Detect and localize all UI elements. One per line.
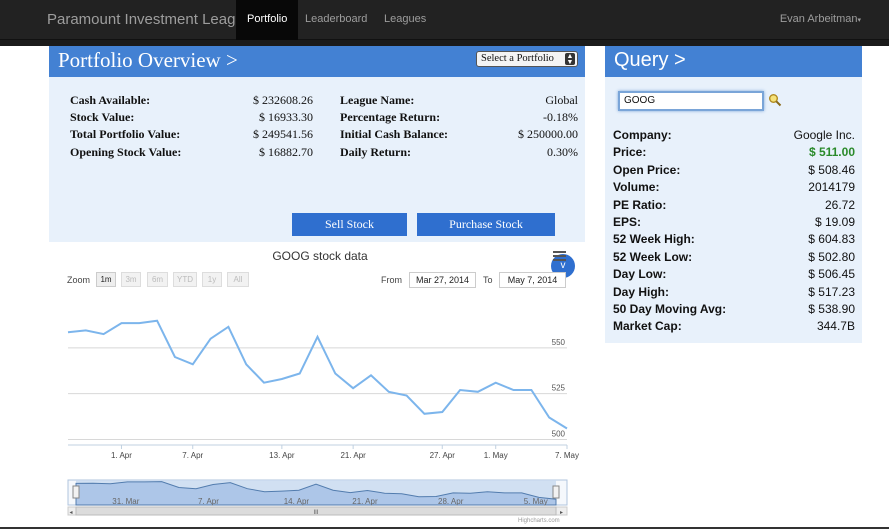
ticker-search-input[interactable]: GOOG — [618, 91, 764, 111]
quote-row: Open Price: $ 508.46 — [613, 163, 855, 180]
quote-label: PE Ratio: — [613, 197, 667, 212]
quote-value: $ 502.80 — [808, 249, 855, 264]
quote-row: Company: Google Inc. — [613, 128, 855, 145]
quote-value: $ 508.46 — [808, 162, 855, 177]
quote-row: 52 Week High: $ 604.83 — [613, 232, 855, 249]
quote-row: Day High: $ 517.23 — [613, 285, 855, 302]
brand-link[interactable]: Paramount Investment League — [47, 11, 252, 28]
navigator-label: 31. Mar — [112, 497, 139, 506]
quote-label: Day High: — [613, 284, 670, 299]
stat-label: Total Portfolio Value: — [70, 127, 181, 141]
user-menu[interactable]: Evan Arbeitman▾ — [780, 0, 861, 40]
stat-label: Daily Return: — [340, 145, 411, 159]
navigator-label: 5. May — [524, 497, 548, 506]
portfolio-select-label: Select a Portfolio — [481, 53, 554, 64]
x-tick-label: 1. May — [484, 451, 508, 460]
y-tick-label: 525 — [552, 384, 566, 393]
stat-value: -0.18% — [543, 110, 578, 124]
price-chart-svg[interactable]: 500 525 550 1. Apr 7. Apr 13. Apr 21. Apr 27. A… — [60, 242, 580, 527]
portfolio-header: Portfolio Overview > Select a Portfolio … — [49, 46, 585, 77]
x-tick-label: 7. May — [555, 451, 579, 460]
stat-value: $ 16882.70 — [259, 145, 313, 159]
navigator-label: 7. Apr — [198, 497, 219, 506]
quote-label: Market Cap: — [613, 319, 682, 334]
quote-value: $ 517.23 — [808, 284, 855, 299]
nav-portfolio[interactable]: Portfolio — [236, 0, 299, 40]
caret-down-icon: ▾ — [857, 17, 861, 24]
quote-row: 50 Day Moving Avg: $ 538.90 — [613, 302, 855, 319]
stat-value: $ 249541.56 — [253, 127, 313, 141]
stat-label: League Name: — [340, 93, 415, 107]
stat-label: Cash Available: — [70, 93, 151, 107]
query-panel: Query > GOOG Company: Google Inc. Price: $ … — [605, 46, 862, 343]
quote-row: Market Cap: 344.7B — [613, 319, 855, 336]
navigator-left-handle — [72, 485, 80, 499]
quote-value: $ 604.83 — [808, 232, 855, 247]
select-arrows-icon: ▲ ▼ — [565, 52, 575, 66]
quote-row: Day Low: $ 506.45 — [613, 267, 855, 284]
quote-label: 52 Week Low: — [613, 249, 693, 264]
query-header: Query > — [605, 46, 862, 77]
quote-row: PE Ratio: 26.72 — [613, 198, 855, 215]
stock-chart: GOOG stock data Zoom 1m 3m 6m YTD 1y All… — [60, 242, 580, 527]
stat-label: Initial Cash Balance: — [340, 127, 449, 141]
quote-value: 26.72 — [824, 197, 855, 212]
nav-leaderboard[interactable]: Leaderboard — [294, 0, 378, 40]
stat-value: Global — [545, 93, 578, 107]
quote-label: Price: — [613, 145, 647, 160]
portfolio-title[interactable]: Portfolio Overview > — [58, 48, 238, 73]
top-navbar: Paramount Investment League Portfolio Le… — [0, 0, 889, 40]
x-tick-label: 21. Apr — [340, 451, 366, 460]
x-tick-label: 1. Apr — [111, 451, 132, 460]
quote-label: Company: — [613, 128, 672, 142]
navigator-label: 14. Apr — [284, 497, 310, 506]
y-tick-label: 500 — [552, 430, 566, 439]
navigator-label: 21. Apr — [352, 497, 378, 506]
quote-label: EPS: — [613, 215, 642, 229]
quote-label: Open Price: — [613, 162, 681, 177]
navigator-label: 28. Apr — [438, 497, 464, 506]
portfolio-panel: Portfolio Overview > Select a Portfolio … — [49, 46, 585, 278]
user-name: Evan Arbeitman — [779, 13, 858, 25]
scroll-right-arrow-icon: ▸ — [560, 510, 563, 516]
stat-label: Opening Stock Value: — [70, 145, 182, 159]
stat-label: Percentage Return: — [340, 110, 441, 124]
quote-row: EPS: $ 19.09 — [613, 215, 855, 232]
quote-value: Google Inc. — [793, 128, 855, 142]
stat-label: Stock Value: — [70, 110, 135, 124]
search-icon[interactable] — [768, 93, 782, 107]
scroll-left-arrow-icon: ◂ — [70, 510, 73, 516]
purchase-stock-button[interactable]: Purchase Stock — [417, 213, 555, 236]
quote-label: Volume: — [613, 180, 660, 195]
navigator-right-handle — [552, 485, 560, 499]
quote-row: Price: $ 511.00 — [613, 145, 855, 162]
x-tick-label: 13. Apr — [269, 451, 295, 460]
quote-label: 50 Day Moving Avg: — [613, 302, 727, 316]
stat-value: 0.30% — [547, 145, 578, 159]
portfolio-select[interactable]: Select a Portfolio ▲ ▼ — [476, 51, 578, 67]
nav-leagues[interactable]: Leagues — [373, 0, 437, 40]
quote-value: $ 19.09 — [814, 215, 855, 229]
quote-label: 52 Week High: — [613, 232, 695, 247]
quote-row: Volume: 2014179 — [613, 180, 855, 197]
stat-value: $ 232608.26 — [253, 93, 313, 107]
x-tick-label: 7. Apr — [182, 451, 203, 460]
quote-row: 52 Week Low: $ 502.80 — [613, 250, 855, 267]
query-title[interactable]: Query > — [614, 49, 686, 72]
sell-stock-button[interactable]: Sell Stock — [292, 213, 407, 236]
scrollbar-grip: III — [313, 510, 318, 516]
quote-value: 344.7B — [816, 319, 855, 334]
stat-value: $ 16933.30 — [259, 110, 313, 124]
highcharts-credit[interactable]: Highcharts.com — [518, 518, 560, 524]
quote-value: $ 506.45 — [808, 267, 855, 282]
quote-value: $ 538.90 — [808, 302, 855, 316]
y-tick-label: 550 — [552, 338, 566, 347]
price-series-line — [67, 319, 568, 430]
quote-value: 2014179 — [808, 180, 855, 195]
stat-value: $ 250000.00 — [518, 127, 578, 141]
quote-value: $ 511.00 — [808, 145, 855, 160]
quote-label: Day Low: — [613, 267, 667, 282]
x-tick-label: 27. Apr — [430, 451, 456, 460]
